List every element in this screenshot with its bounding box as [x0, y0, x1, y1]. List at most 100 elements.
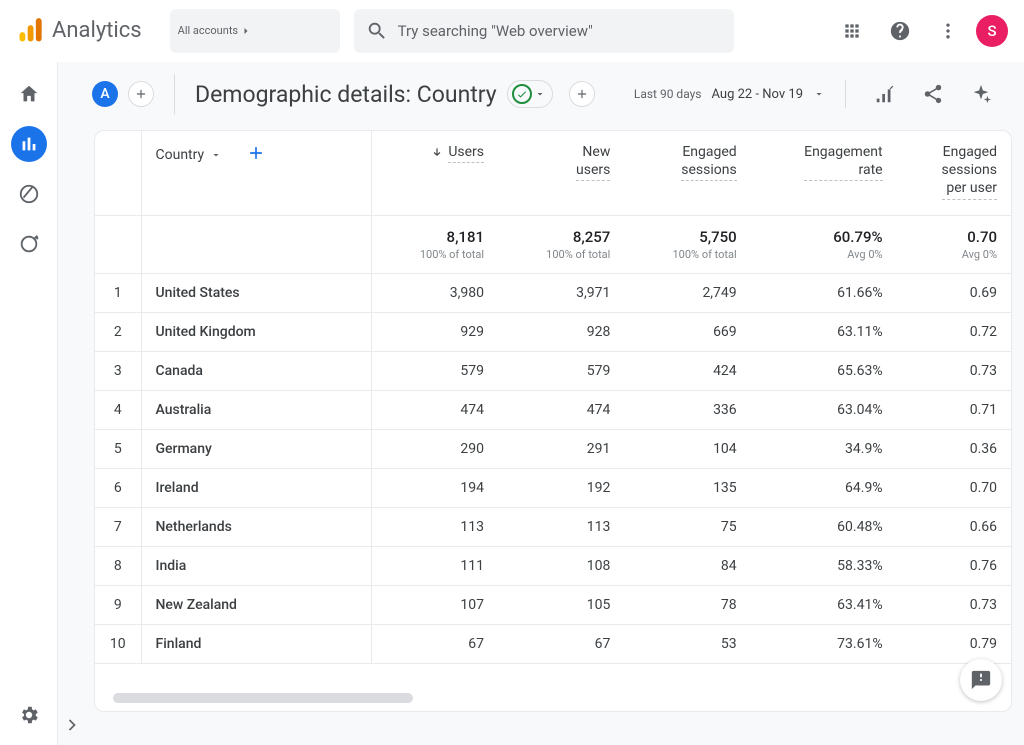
left-sidebar — [0, 62, 58, 745]
table-row[interactable]: 4Australia47447433663.04%0.71 — [95, 390, 1011, 429]
row-metric: 291 — [498, 429, 624, 468]
row-metric: 0.71 — [897, 390, 1011, 429]
account-picker[interactable]: All accounts — [170, 9, 340, 53]
row-dimension: United States — [141, 273, 371, 312]
expand-sidebar-button[interactable] — [60, 713, 84, 737]
row-dimension: India — [141, 546, 371, 585]
table-row[interactable]: 7Netherlands1131137560.48%0.66 — [95, 507, 1011, 546]
analytics-logo[interactable]: Analytics — [16, 17, 142, 45]
row-metric: 579 — [498, 351, 624, 390]
row-metric: 3,971 — [498, 273, 624, 312]
date-range-picker[interactable]: Last 90 days Aug 22 - Nov 19 — [634, 87, 825, 102]
row-metric: 474 — [498, 390, 624, 429]
table-row[interactable]: 2United Kingdom92992866963.11%0.72 — [95, 312, 1011, 351]
help-icon — [889, 20, 911, 42]
row-metric: 113 — [371, 507, 498, 546]
sparkle-icon — [970, 83, 992, 105]
row-dimension: Ireland — [141, 468, 371, 507]
table-column-header: Country Users Newusers Engagedsessions E… — [95, 131, 1011, 215]
row-metric: 67 — [371, 624, 498, 663]
nav-admin[interactable] — [11, 697, 47, 733]
add-dimension-button[interactable] — [246, 143, 266, 167]
row-rank: 9 — [95, 585, 141, 624]
table-row[interactable]: 6Ireland19419213564.9%0.70 — [95, 468, 1011, 507]
row-metric: 929 — [371, 312, 498, 351]
report-header: A Demographic details: Country Last 90 d… — [64, 62, 1024, 126]
share-button[interactable] — [914, 75, 952, 113]
row-metric: 108 — [498, 546, 624, 585]
row-metric: 192 — [498, 468, 624, 507]
nav-explore[interactable] — [11, 176, 47, 212]
search-bar[interactable]: Try searching "Web overview" — [354, 9, 734, 53]
horizontal-scrollbar[interactable] — [113, 693, 413, 703]
nav-home[interactable] — [11, 76, 47, 112]
column-header-engagement-rate[interactable]: Engagementrate — [751, 131, 897, 215]
row-rank: 2 — [95, 312, 141, 351]
row-metric: 0.79 — [897, 624, 1011, 663]
table-body: 1United States3,9803,9712,74961.66%0.692… — [95, 273, 1011, 663]
total-sub: 100% of total — [638, 248, 736, 261]
column-header-sessions-per-user[interactable]: Engagedsessionsper user — [897, 131, 1011, 215]
total-value: 60.79% — [765, 228, 883, 246]
analytics-logo-icon — [16, 17, 44, 45]
row-metric: 0.66 — [897, 507, 1011, 546]
row-metric: 65.63% — [751, 351, 897, 390]
table-row[interactable]: 10Finland67675373.61%0.79 — [95, 624, 1011, 663]
row-dimension: Germany — [141, 429, 371, 468]
nav-advertising[interactable] — [11, 226, 47, 262]
more-button[interactable] — [928, 11, 968, 51]
insights-button[interactable] — [962, 75, 1000, 113]
row-metric: 63.41% — [751, 585, 897, 624]
add-segment-button[interactable] — [128, 81, 154, 107]
row-dimension: United Kingdom — [141, 312, 371, 351]
column-header-new-users[interactable]: Newusers — [498, 131, 624, 215]
row-dimension: Canada — [141, 351, 371, 390]
row-dimension: New Zealand — [141, 585, 371, 624]
row-metric: 34.9% — [751, 429, 897, 468]
total-value: 8,181 — [386, 228, 485, 246]
dimension-picker[interactable]: Country — [156, 143, 357, 167]
segment-chip[interactable]: A — [92, 81, 118, 107]
row-metric: 0.73 — [897, 351, 1011, 390]
row-metric: 474 — [371, 390, 498, 429]
row-metric: 0.70 — [897, 468, 1011, 507]
plus-icon — [246, 143, 266, 163]
chevron-right-icon — [62, 715, 82, 735]
avatar[interactable]: S — [976, 15, 1008, 47]
main-content: A Demographic details: Country Last 90 d… — [58, 62, 1024, 745]
arrow-down-icon — [430, 146, 444, 160]
target-icon — [18, 233, 40, 255]
row-metric: 58.33% — [751, 546, 897, 585]
table-row[interactable]: 3Canada57957942465.63%0.73 — [95, 351, 1011, 390]
total-sub: 100% of total — [512, 248, 610, 261]
table-row[interactable]: 5Germany29029110434.9%0.36 — [95, 429, 1011, 468]
table-row[interactable]: 9New Zealand1071057863.41%0.73 — [95, 585, 1011, 624]
column-header-engaged-sessions[interactable]: Engagedsessions — [624, 131, 750, 215]
table-row[interactable]: 8India1111088458.33%0.76 — [95, 546, 1011, 585]
row-metric: 53 — [624, 624, 750, 663]
row-rank: 8 — [95, 546, 141, 585]
data-table: Country Users Newusers Engagedsessions E… — [95, 131, 1011, 664]
nav-reports[interactable] — [11, 126, 47, 162]
feedback-button[interactable] — [960, 659, 1002, 701]
add-comparison-button[interactable] — [569, 81, 595, 107]
search-placeholder: Try searching "Web overview" — [398, 22, 593, 40]
table-scroll[interactable]: Country Users Newusers Engagedsessions E… — [95, 131, 1011, 691]
help-button[interactable] — [880, 11, 920, 51]
row-rank: 7 — [95, 507, 141, 546]
total-sub: Avg 0% — [765, 248, 883, 261]
row-metric: 579 — [371, 351, 498, 390]
report-status-chip[interactable] — [507, 80, 553, 108]
customize-report-button[interactable] — [866, 75, 904, 113]
column-header-users[interactable]: Users — [371, 131, 498, 215]
row-metric: 0.36 — [897, 429, 1011, 468]
plus-icon — [575, 87, 589, 101]
row-dimension: Finland — [141, 624, 371, 663]
top-bar: Analytics All accounts Try searching "We… — [0, 0, 1024, 62]
row-rank: 4 — [95, 390, 141, 429]
total-sub: 100% of total — [386, 248, 485, 261]
table-row[interactable]: 1United States3,9803,9712,74961.66%0.69 — [95, 273, 1011, 312]
row-metric: 424 — [624, 351, 750, 390]
apps-button[interactable] — [832, 11, 872, 51]
row-metric: 113 — [498, 507, 624, 546]
